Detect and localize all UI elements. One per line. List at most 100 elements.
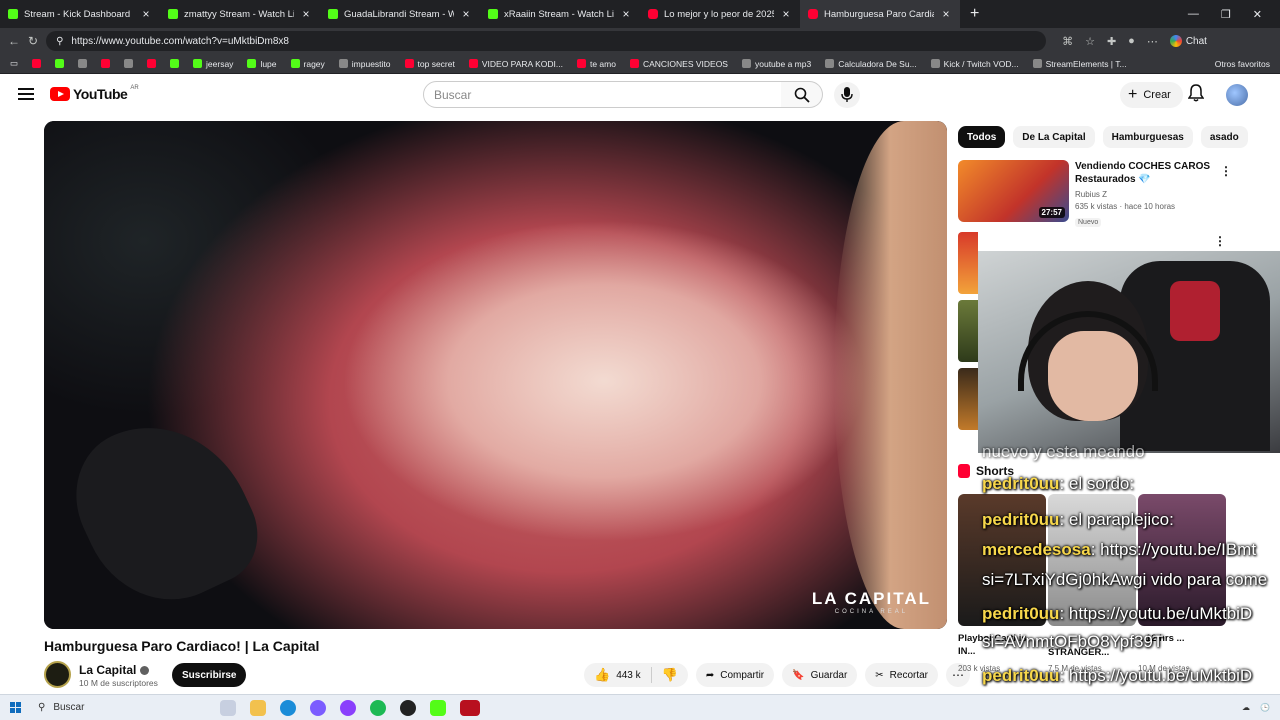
bookmark-item[interactable] [101,59,111,68]
bookmark-item[interactable] [55,59,65,68]
create-button[interactable]: + Crear [1120,82,1183,108]
weather-icon[interactable]: ☁ [1242,703,1250,712]
app-icon[interactable] [310,699,326,716]
recommendation-thumbnail-partial[interactable] [958,368,978,430]
bookmark-item[interactable] [124,59,134,68]
bookmark-item[interactable]: CANCIONES VIDEOS [629,58,728,69]
bookmark-item[interactable]: youtube a mp3 [741,59,811,69]
translate-icon[interactable]: ⌘ [1062,35,1073,48]
video-player[interactable]: LA CAPITAL COCINA REAL [44,121,947,629]
browser-tab[interactable]: GuadaLibrandi Stream - Watc × [320,0,480,28]
subscribe-button[interactable]: Suscribirse [172,663,247,687]
menu-icon[interactable]: ⋯ [1147,35,1158,48]
browser-tab[interactable]: Hamburguesa Paro Cardiaco! | La C × [800,0,960,28]
filter-chip[interactable]: De La Capital [1013,126,1095,148]
close-tab-icon[interactable]: × [300,7,312,21]
channel-name[interactable]: La Capital [79,663,150,677]
spotify-icon[interactable] [370,699,386,716]
new-tab-button[interactable]: + [960,5,989,23]
browser-tab[interactable]: zmattyy Stream - Watch Live o × [160,0,320,28]
close-window-icon[interactable]: ✕ [1253,8,1262,21]
recommendation-item[interactable]: 27:57 Vendiendo COCHES CAROS Restaurados… [958,160,1278,227]
close-tab-icon[interactable]: × [460,7,472,21]
close-tab-icon[interactable]: × [140,7,152,21]
bookmark-item[interactable] [147,59,157,68]
filter-chip[interactable]: asado [1200,126,1248,148]
start-button[interactable] [0,702,30,713]
bookmark-item[interactable]: top secret [404,59,455,69]
dislike-button[interactable]: 👎 [652,663,688,687]
canva-icon[interactable] [340,699,356,716]
recommendation-title[interactable]: Vendiendo COCHES CAROS Restaurados 💎 [1075,160,1215,186]
bookmark-item[interactable]: Calculadora De Su... [825,59,917,69]
extensions-icon[interactable]: ✚ [1107,35,1116,48]
search-button[interactable] [781,81,823,108]
maximize-icon[interactable]: ❐ [1221,8,1231,21]
account-avatar[interactable] [1226,84,1248,106]
youtube-play-icon [50,87,70,101]
chat-message: pedrit0uu: https://youtu.be/uMktbiD [982,666,1252,686]
edge-icon[interactable] [280,699,296,716]
bookmark-item[interactable] [170,59,180,68]
channel-avatar[interactable] [44,661,71,688]
kick-icon [193,59,203,68]
clock[interactable]: 🕒 [1260,703,1270,712]
tab-title: zmattyy Stream - Watch Live o [184,8,294,20]
reload-icon[interactable]: ↻ [28,34,38,48]
close-tab-icon[interactable]: × [780,7,792,21]
menu-hamburger-icon[interactable] [18,88,34,100]
browser-tab[interactable]: xRaaiin Stream - Watch Live o × [480,0,640,28]
kick-icon[interactable] [430,699,446,716]
favicon-icon [1032,59,1042,68]
kick-icon [55,59,65,68]
other-bookmarks[interactable]: Otros favoritos [1215,59,1270,69]
chat-message: si=7LTxiYdGj0hkAwgi vido para come [982,570,1267,590]
close-tab-icon[interactable]: × [620,7,632,21]
recommendation-thumbnail-partial[interactable] [958,232,978,294]
bookmarks-bar: ▭ jeersay lupe ragey impuestito top secret VI… [0,54,1280,74]
bookmark-item[interactable]: lupe [247,59,277,69]
star-icon[interactable]: ☆ [1085,35,1095,48]
chat-button[interactable]: Chat [1169,35,1207,47]
url-field[interactable]: ⚲ https://www.youtube.com/watch?v=uMktbi… [46,31,1047,51]
bookmark-item[interactable]: StreamElements | T... [1032,59,1127,69]
filter-chip[interactable]: Hamburguesas [1102,126,1193,148]
close-tab-icon[interactable]: × [940,7,952,21]
recommendation-thumbnail-partial[interactable] [958,300,978,362]
bookmark-item[interactable] [32,59,42,68]
filter-chip[interactable]: Todos [958,126,1006,148]
bookmark-label: CANCIONES VIDEOS [642,58,728,69]
browser-tab[interactable]: Lo mejor y lo peor de 2025 - YouT × [640,0,800,28]
browser-tab[interactable]: Stream - Kick Dashboard × [0,0,160,28]
voice-search-button[interactable] [834,82,860,108]
app-icon[interactable] [460,699,480,716]
more-options-icon[interactable]: ⋮ [1220,164,1232,178]
search-input[interactable]: Buscar [423,81,782,108]
notifications-bell-icon[interactable] [1187,84,1205,105]
bookmark-item[interactable]: impuestito [338,59,391,69]
save-button[interactable]: 🔖 Guardar [782,663,858,687]
profile-icon[interactable]: ● [1128,35,1135,47]
bookmark-item[interactable]: Kick / Twitch VOD... [930,59,1019,69]
bookmark-item[interactable] [78,59,88,68]
more-options-icon[interactable]: ⋮ [1214,234,1226,248]
youtube-logo[interactable]: YouTube AR [50,85,139,102]
clip-button[interactable]: ✂ Recortar [865,663,939,687]
task-view-icon[interactable] [220,699,236,716]
share-button[interactable]: ➦ Compartir [695,663,775,687]
taskbar-search[interactable]: ⚲ Buscar [30,698,210,718]
minimize-icon[interactable]: — [1188,8,1199,21]
obs-icon[interactable] [400,699,416,716]
like-button[interactable]: 👍 443 k [584,663,651,687]
bookmark-item[interactable]: jeersay [193,59,233,69]
windows-logo-icon [9,702,21,713]
site-info-icon[interactable]: ⚲ [56,36,63,47]
bookmark-item[interactable]: te amo [576,59,616,69]
bookmark-item[interactable]: ragey [290,59,325,69]
bookmark-item[interactable]: VIDEO PARA KODI... [468,59,563,69]
file-explorer-icon[interactable] [250,699,266,716]
back-icon[interactable]: ← [8,34,20,48]
recommendation-thumbnail[interactable]: 27:57 [958,160,1069,222]
chat-message: nuevo y esta meando [982,444,1145,462]
reading-list-icon[interactable]: ▭ [10,58,18,69]
